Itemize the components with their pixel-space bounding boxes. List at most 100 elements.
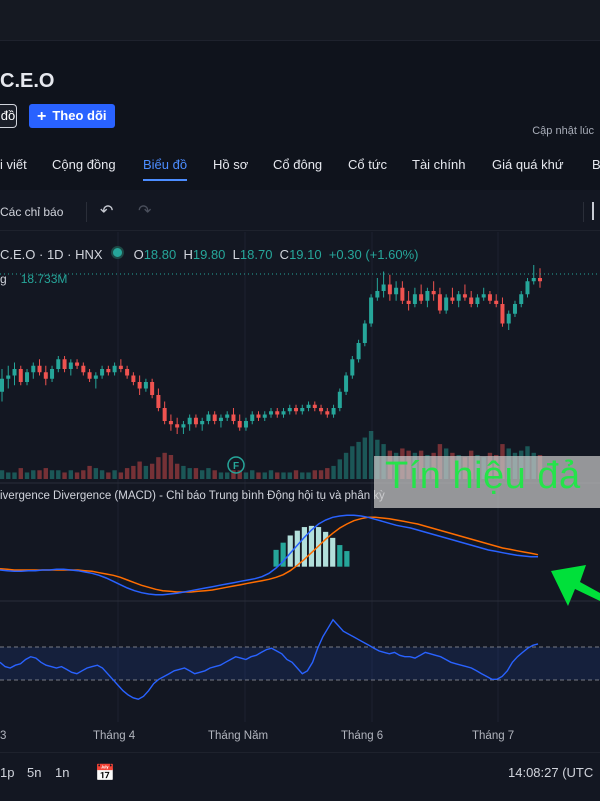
candle-body: [87, 372, 92, 379]
volume-bar: [206, 468, 211, 479]
candle-body: [344, 375, 349, 392]
tab-posts[interactable]: i viết: [0, 157, 27, 172]
follow-button[interactable]: + Theo dõi: [29, 104, 115, 128]
tab-history[interactable]: Giá quá khứ: [492, 157, 564, 172]
candle-body: [262, 414, 267, 418]
candle-body: [137, 382, 142, 389]
candle-body: [506, 313, 511, 324]
candle-body: [269, 411, 273, 415]
tab-dividends[interactable]: Cổ tức: [348, 157, 387, 172]
range-1n[interactable]: 1n: [55, 765, 69, 780]
volume-bar: [356, 441, 361, 479]
tab-shareholders[interactable]: Cổ đông: [273, 157, 322, 172]
chart-toolbar: Các chỉ báo ↶ ↷: [0, 196, 600, 231]
tab-more[interactable]: B: [592, 157, 600, 172]
legend-symbol[interactable]: C.E.O · 1D · HNX: [0, 247, 103, 262]
earnings-flag[interactable]: F: [227, 456, 245, 474]
volume-bar: [218, 472, 224, 479]
candle-body: [425, 291, 430, 301]
volume-bar: [268, 470, 274, 479]
candle-body: [275, 411, 280, 415]
tab-community[interactable]: Cộng đồng: [52, 157, 116, 172]
candle-body: [231, 414, 236, 421]
candle-body: [419, 294, 424, 301]
candle-body: [100, 369, 105, 376]
candle-body: [50, 369, 55, 379]
candle-body: [512, 304, 517, 314]
candle-body: [118, 365, 123, 369]
volume-bar: [368, 431, 374, 479]
volume-bar: [149, 463, 155, 479]
tab-chart[interactable]: Biểu đồ: [143, 157, 188, 181]
volume-bar: [143, 465, 149, 479]
candle-body: [444, 297, 449, 311]
volume-bar: [118, 472, 124, 479]
volume-bar: [49, 470, 55, 479]
candle-body: [218, 417, 223, 421]
volume-bar: [306, 472, 311, 479]
page-title: C.E.O: [0, 70, 55, 92]
volume-bar: [168, 455, 174, 479]
candle-body: [75, 362, 80, 366]
undo-icon[interactable]: ↶: [100, 201, 113, 221]
volume-bar: [193, 468, 199, 479]
chart-button-fragment[interactable]: đồ: [0, 104, 17, 128]
candle-body: [412, 294, 417, 304]
volume-bar: [212, 470, 217, 479]
range-1p[interactable]: 1p: [0, 765, 14, 780]
volume-bar: [31, 470, 36, 479]
tab-profile[interactable]: Hồ sơ: [213, 157, 248, 172]
macd-histogram-bar: [344, 551, 350, 567]
candle-body: [400, 287, 405, 301]
redo-icon[interactable]: ↷: [138, 201, 151, 221]
volume-bar: [112, 470, 117, 479]
candle-body: [362, 323, 367, 343]
tab-financials[interactable]: Tài chính: [412, 157, 465, 172]
candle-body: [93, 375, 98, 379]
volume-bar: [199, 470, 205, 479]
range-5n[interactable]: 5n: [27, 765, 41, 780]
candle-body: [200, 421, 205, 425]
volume-bar: [350, 446, 355, 479]
volume-bar: [181, 465, 186, 479]
rsi-pane: [0, 618, 600, 700]
volume-bar: [187, 468, 192, 479]
candle-body: [437, 294, 442, 311]
calendar-range-icon[interactable]: 📅: [95, 763, 115, 783]
candle-body: [294, 408, 299, 412]
legend-open: 18.80: [143, 247, 177, 262]
x-axis-label: Tháng 6: [341, 730, 384, 742]
follow-button-label: Theo dõi: [52, 108, 107, 123]
x-axis-label: Tháng 4: [93, 730, 136, 742]
candle-body: [331, 408, 336, 415]
volume-bar: [174, 463, 180, 479]
candle-body: [125, 369, 130, 376]
candle-body: [287, 408, 292, 412]
tab-bar: i viết Cộng đồng Biểu đồ Hồ sơ Cổ đông C…: [0, 150, 600, 186]
candle-body: [243, 421, 248, 428]
volume-value: 18.733M: [20, 272, 68, 286]
legend-high: 19.80: [192, 247, 226, 262]
candle-body: [143, 382, 148, 389]
candle-body: [162, 408, 167, 421]
candle-body: [193, 417, 198, 425]
volume-bar: [275, 472, 280, 479]
toolbar-divider-right: [583, 202, 584, 222]
candle-body: [43, 372, 48, 379]
candle-body: [106, 369, 111, 373]
candle-body: [25, 372, 30, 382]
svg-text:F: F: [233, 461, 239, 472]
ohlc-legend: C.E.O · 1D · HNX O18.80 H19.80 L18.70 C19…: [0, 246, 419, 262]
macd-histogram-bar: [330, 537, 336, 567]
candle-body: [237, 421, 242, 428]
volume-bar: [318, 470, 324, 479]
candle-body: [500, 304, 505, 324]
x-axis-label: Tháng Năm: [208, 730, 269, 742]
candle-body: [381, 284, 386, 291]
volume-bar: [62, 472, 67, 479]
candle-body: [250, 414, 255, 421]
indicators-button[interactable]: Các chỉ báo: [0, 205, 63, 219]
macd-title: ivergence Divergence (MACD) - Chỉ báo Tr…: [0, 490, 385, 502]
toolbar-edge-icon[interactable]: [592, 202, 600, 220]
candle-body: [375, 291, 380, 298]
